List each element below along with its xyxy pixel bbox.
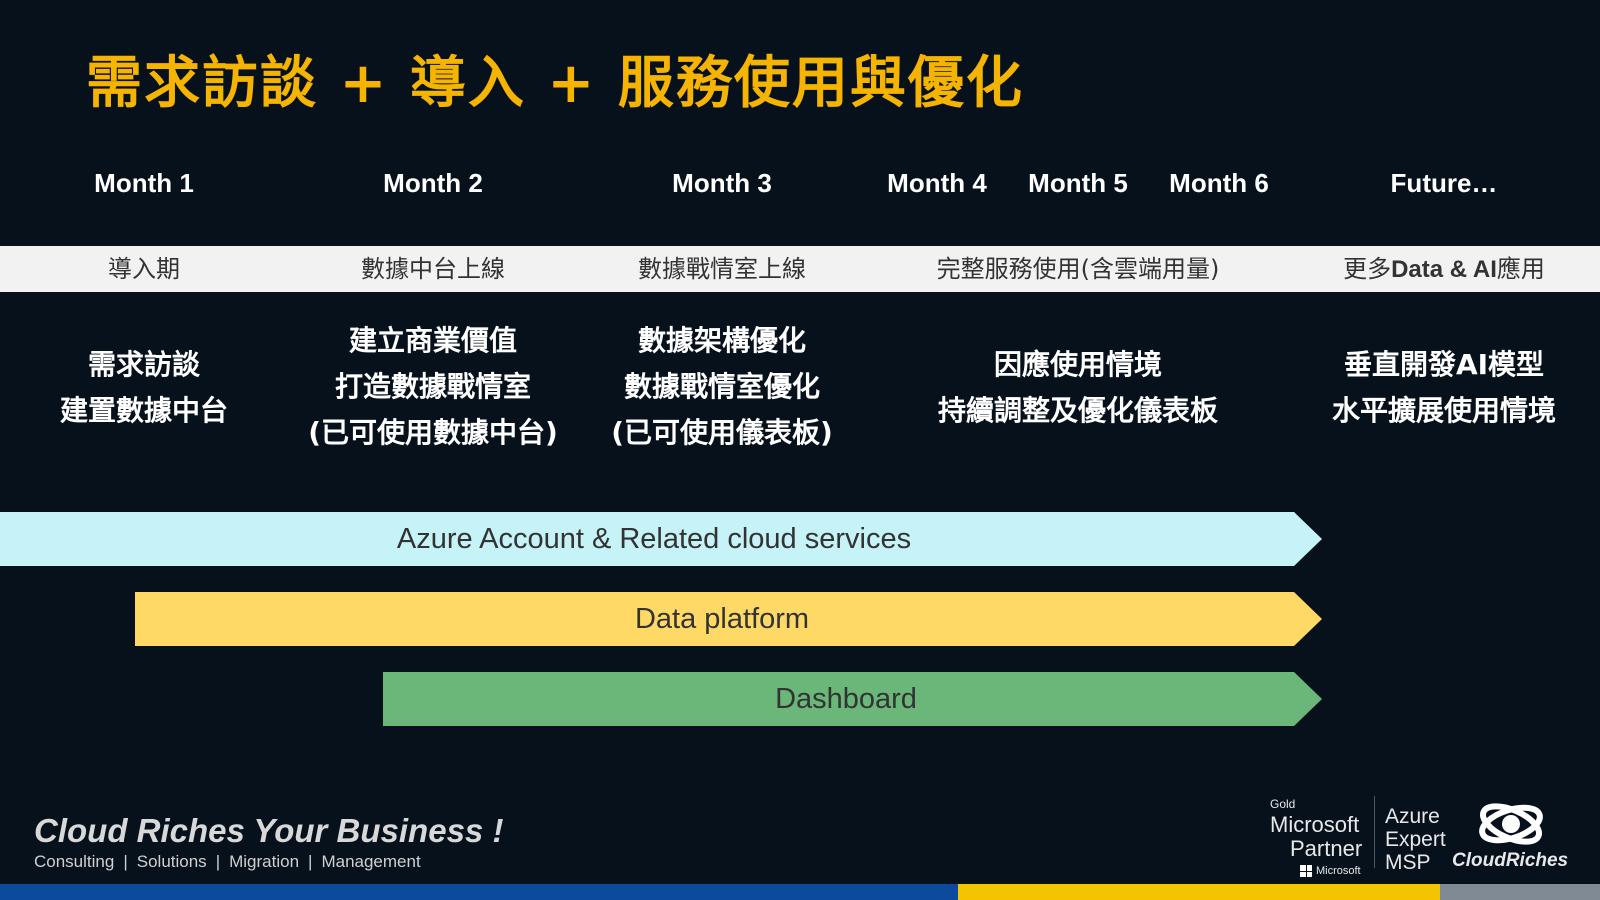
phase-1: 導入期 <box>108 255 180 283</box>
service-migration: Migration <box>229 852 300 871</box>
month-1-label: Month 1 <box>94 168 194 198</box>
desc-line: 打造數據戰情室 <box>334 370 532 403</box>
desc-line: (已可使用數據中台) <box>308 416 558 449</box>
azure-msp-line-1: Azure <box>1385 805 1440 828</box>
phase-5: 更多Data & AI應用 <box>1343 246 1545 292</box>
phase-2: 數據中台上線 <box>361 255 505 283</box>
service-consulting: Consulting <box>34 852 115 871</box>
ms-partner-line-1: Microsoft <box>1270 812 1360 837</box>
footer-strip-blue <box>0 884 958 900</box>
ms-small-label: Microsoft <box>1316 865 1361 877</box>
separator: | <box>215 852 221 871</box>
data-platform-label: Data platform <box>634 603 810 635</box>
gold-label: Gold <box>1270 797 1296 811</box>
phase-4: 完整服務使用(含雲端用量) <box>936 255 1220 283</box>
slide-title: 需求訪談 + 導入 + 服務使用與優化 <box>86 51 1024 116</box>
phase-5-bold: Data & AI <box>1391 256 1497 283</box>
azure-bar-label: Azure Account & Related cloud services <box>396 523 912 555</box>
azure-msp-line-2: Expert <box>1385 828 1446 851</box>
desc-month-3: 數據架構優化 數據戰情室優化 (已可使用儀表板) <box>611 318 833 456</box>
dashboard-label: Dashboard <box>775 683 917 715</box>
desc-month-2: 建立商業價值 打造數據戰情室 (已可使用數據中台) <box>308 318 558 456</box>
cloudriches-logo-icon <box>1479 803 1543 845</box>
microsoft-logo-icon <box>1300 865 1312 877</box>
desc-line: 需求訪談 <box>87 348 201 381</box>
azure-msp-line-3: MSP <box>1385 851 1431 874</box>
separator: | <box>308 852 313 871</box>
desc-month-1: 需求訪談 建置數據中台 <box>60 342 228 434</box>
footer-strip-gray <box>1440 884 1600 900</box>
month-6-label: Month 6 <box>1169 168 1269 198</box>
data-platform-bar: Data platform <box>135 592 1322 646</box>
phase-band: 導入期 數據中台上線 數據戰情室上線 完整服務使用(含雲端用量) 更多Data … <box>0 246 1600 292</box>
partner-divider <box>1374 796 1375 868</box>
desc-line: 數據架構優化 <box>637 324 807 357</box>
desc-future: 垂直開發AI模型 水平擴展使用情境 <box>1332 342 1556 434</box>
month-4-label: Month 4 <box>887 168 987 198</box>
desc-line: 持續調整及優化儀表板 <box>937 394 1219 427</box>
footer-services: Consulting | Solutions | Migration | Managemen… <box>34 852 421 872</box>
phase-3: 數據戰情室上線 <box>638 255 806 283</box>
phase-5-prefix: 更多 <box>1343 255 1392 283</box>
service-solutions: Solutions <box>136 852 207 871</box>
desc-line: 因應使用情境 <box>993 348 1163 381</box>
desc-line: 建置數據中台 <box>59 394 229 427</box>
footer-strip-yellow <box>958 884 1440 900</box>
service-management: Management <box>321 852 421 871</box>
dashboard-bar: Dashboard <box>383 672 1322 726</box>
desc-line: (已可使用儀表板) <box>611 416 833 449</box>
footer-tagline: Cloud Riches Your Business ! <box>34 812 504 849</box>
month-3-label: Month 3 <box>672 168 772 198</box>
phase-5-suffix: 應用 <box>1496 255 1545 283</box>
future-label: Future… <box>1390 168 1498 198</box>
month-2-label: Month 2 <box>383 168 483 198</box>
ms-partner-line-2: Partner <box>1290 836 1363 861</box>
desc-line: 水平擴展使用情境 <box>1331 394 1557 427</box>
azure-services-bar: Azure Account & Related cloud services <box>0 512 1322 566</box>
cloudriches-brand: CloudRiches <box>1452 850 1569 871</box>
desc-line: 建立商業價值 <box>348 324 518 357</box>
month-5-label: Month 5 <box>1028 168 1128 198</box>
desc-line: 數據戰情室優化 <box>623 370 821 403</box>
desc-line: 垂直開發AI模型 <box>1343 348 1545 381</box>
desc-month-4-6: 因應使用情境 持續調整及優化儀表板 <box>938 342 1218 434</box>
separator: | <box>123 852 128 871</box>
